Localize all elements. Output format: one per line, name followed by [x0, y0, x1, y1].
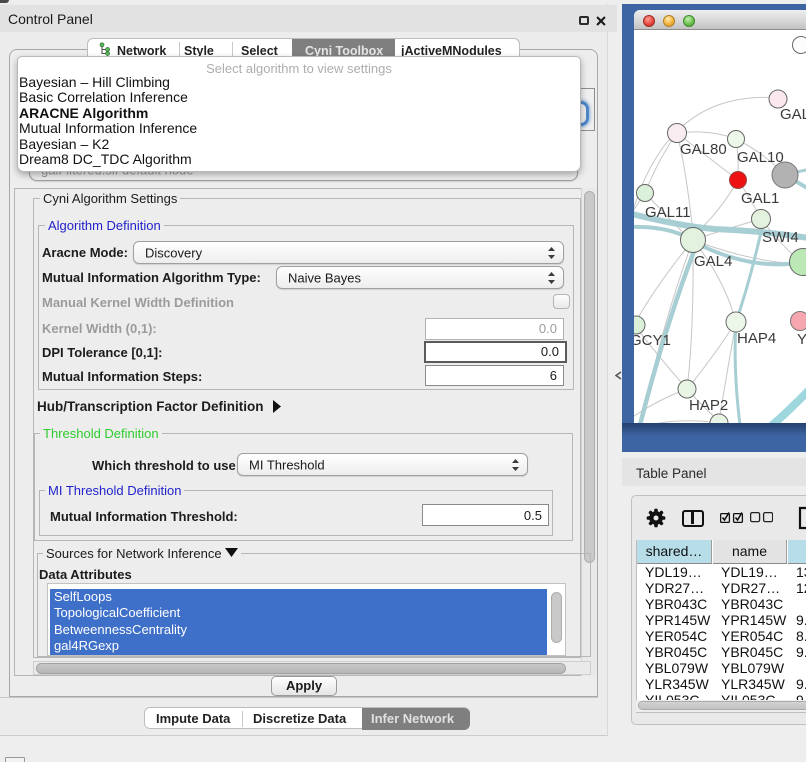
svg-text:GAL11: GAL11	[645, 204, 691, 221]
svg-text:Y: Y	[797, 331, 806, 348]
svg-text:HAP2: HAP2	[689, 397, 728, 414]
svg-text:GAL: GAL	[780, 106, 806, 123]
svg-text:GCY1: GCY1	[634, 332, 671, 349]
svg-text:GAL1: GAL1	[741, 190, 779, 207]
svg-text:GAL10: GAL10	[737, 149, 784, 166]
svg-text:HAP4: HAP4	[737, 330, 776, 347]
svg-text:SWI4: SWI4	[762, 229, 799, 246]
svg-text:GAL4: GAL4	[694, 253, 732, 270]
svg-text:GAL80: GAL80	[680, 141, 727, 158]
